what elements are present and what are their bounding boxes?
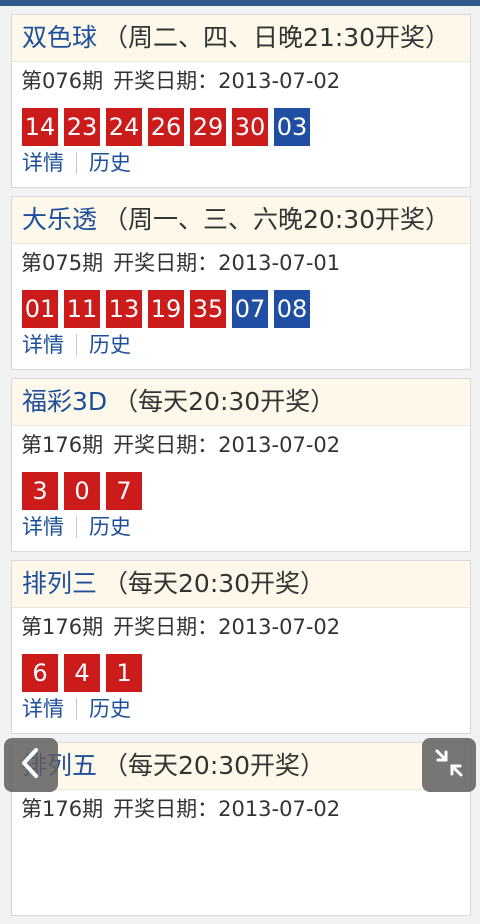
- card-links: 详情 历史: [22, 329, 131, 361]
- game-name[interactable]: 大乐透: [22, 197, 97, 243]
- draw-info: 第176期 开奖日期：2013-07-02: [12, 608, 470, 646]
- link-divider: [76, 698, 77, 720]
- draw-info: 第176期 开奖日期：2013-07-02: [12, 426, 470, 464]
- game-name[interactable]: 双色球: [22, 15, 97, 61]
- blue-ball: 03: [274, 108, 310, 146]
- game-name[interactable]: 福彩3D: [22, 379, 107, 425]
- card-links: 详情 历史: [22, 511, 131, 543]
- draw-info: 第176期 开奖日期：2013-07-02: [12, 790, 470, 828]
- lottery-card-fucai3d: 福彩3D （每天20:30开奖） 第176期 开奖日期：2013-07-02 3 …: [11, 378, 471, 552]
- draw-date: 2013-07-02: [218, 433, 341, 457]
- red-ball: 01: [22, 290, 58, 328]
- draw-schedule: （周一、三、六晚20:30开奖）: [103, 205, 451, 234]
- red-ball: 6: [22, 654, 58, 692]
- ball-row: 3 0 7: [12, 464, 470, 516]
- lottery-card-shuangseqiu: 双色球 （周二、四、日晚21:30开奖） 第076期 开奖日期：2013-07-0…: [11, 14, 471, 188]
- lottery-card-pailiewu: 排列五 （每天20:30开奖） 第176期 开奖日期：2013-07-02: [11, 742, 471, 916]
- date-label: 开奖日期：: [113, 615, 219, 639]
- draw-info: 第076期 开奖日期：2013-07-02: [12, 62, 470, 100]
- date-label: 开奖日期：: [113, 433, 219, 457]
- blue-ball: 08: [274, 290, 310, 328]
- red-ball: 19: [148, 290, 184, 328]
- collapse-button[interactable]: [422, 738, 476, 792]
- date-label: 开奖日期：: [113, 797, 219, 821]
- draw-date: 2013-07-02: [218, 69, 341, 93]
- link-divider: [76, 516, 77, 538]
- ball-row: 01 11 13 19 35 07 08: [12, 282, 470, 334]
- issue-number: 第075期: [21, 251, 104, 275]
- detail-link[interactable]: 详情: [22, 147, 64, 179]
- draw-schedule: （每天20:30开奖）: [103, 569, 326, 598]
- card-links: 详情 历史: [22, 693, 131, 725]
- draw-date: 2013-07-02: [218, 797, 341, 821]
- red-ball: 11: [64, 290, 100, 328]
- draw-info: 第075期 开奖日期：2013-07-01: [12, 244, 470, 282]
- detail-link[interactable]: 详情: [22, 511, 64, 543]
- issue-number: 第176期: [21, 615, 104, 639]
- draw-date: 2013-07-02: [218, 615, 341, 639]
- issue-number: 第176期: [21, 797, 104, 821]
- detail-link[interactable]: 详情: [22, 693, 64, 725]
- card-header: 福彩3D （每天20:30开奖）: [12, 379, 470, 426]
- card-links: 详情 历史: [22, 147, 131, 179]
- draw-schedule: （每天20:30开奖）: [113, 387, 336, 416]
- red-ball: 13: [106, 290, 142, 328]
- draw-schedule: （周二、四、日晚21:30开奖）: [103, 23, 451, 52]
- date-label: 开奖日期：: [113, 251, 219, 275]
- date-label: 开奖日期：: [113, 69, 219, 93]
- back-button[interactable]: [4, 738, 58, 792]
- red-ball: 0: [64, 472, 100, 510]
- red-ball: 23: [64, 108, 100, 146]
- red-ball: 30: [232, 108, 268, 146]
- lottery-card-daletou: 大乐透 （周一、三、六晚20:30开奖） 第075期 开奖日期：2013-07-0…: [11, 196, 471, 370]
- top-bar: [0, 0, 480, 6]
- red-ball: 14: [22, 108, 58, 146]
- blue-ball: 07: [232, 290, 268, 328]
- red-ball: 24: [106, 108, 142, 146]
- game-name[interactable]: 排列三: [22, 561, 97, 607]
- card-header: 排列三 （每天20:30开奖）: [12, 561, 470, 608]
- history-link[interactable]: 历史: [89, 693, 131, 725]
- card-header: 双色球 （周二、四、日晚21:30开奖）: [12, 15, 470, 62]
- history-link[interactable]: 历史: [89, 511, 131, 543]
- card-header: 排列五 （每天20:30开奖）: [12, 743, 470, 790]
- card-header: 大乐透 （周一、三、六晚20:30开奖）: [12, 197, 470, 244]
- red-ball: 35: [190, 290, 226, 328]
- lottery-card-pailiesan: 排列三 （每天20:30开奖） 第176期 开奖日期：2013-07-02 6 4…: [11, 560, 471, 734]
- link-divider: [76, 334, 77, 356]
- chevron-left-icon: [16, 746, 46, 784]
- red-ball: 3: [22, 472, 58, 510]
- ball-row: 14 23 24 26 29 30 03: [12, 100, 470, 152]
- collapse-arrows-icon: [433, 747, 465, 783]
- ball-row: 6 4 1: [12, 646, 470, 698]
- red-ball: 26: [148, 108, 184, 146]
- lottery-list: 双色球 （周二、四、日晚21:30开奖） 第076期 开奖日期：2013-07-0…: [0, 14, 480, 924]
- issue-number: 第076期: [21, 69, 104, 93]
- history-link[interactable]: 历史: [89, 147, 131, 179]
- draw-date: 2013-07-01: [218, 251, 341, 275]
- detail-link[interactable]: 详情: [22, 329, 64, 361]
- red-ball: 4: [64, 654, 100, 692]
- red-ball: 1: [106, 654, 142, 692]
- red-ball: 7: [106, 472, 142, 510]
- draw-schedule: （每天20:30开奖）: [103, 751, 326, 780]
- history-link[interactable]: 历史: [89, 329, 131, 361]
- link-divider: [76, 152, 77, 174]
- red-ball: 29: [190, 108, 226, 146]
- issue-number: 第176期: [21, 433, 104, 457]
